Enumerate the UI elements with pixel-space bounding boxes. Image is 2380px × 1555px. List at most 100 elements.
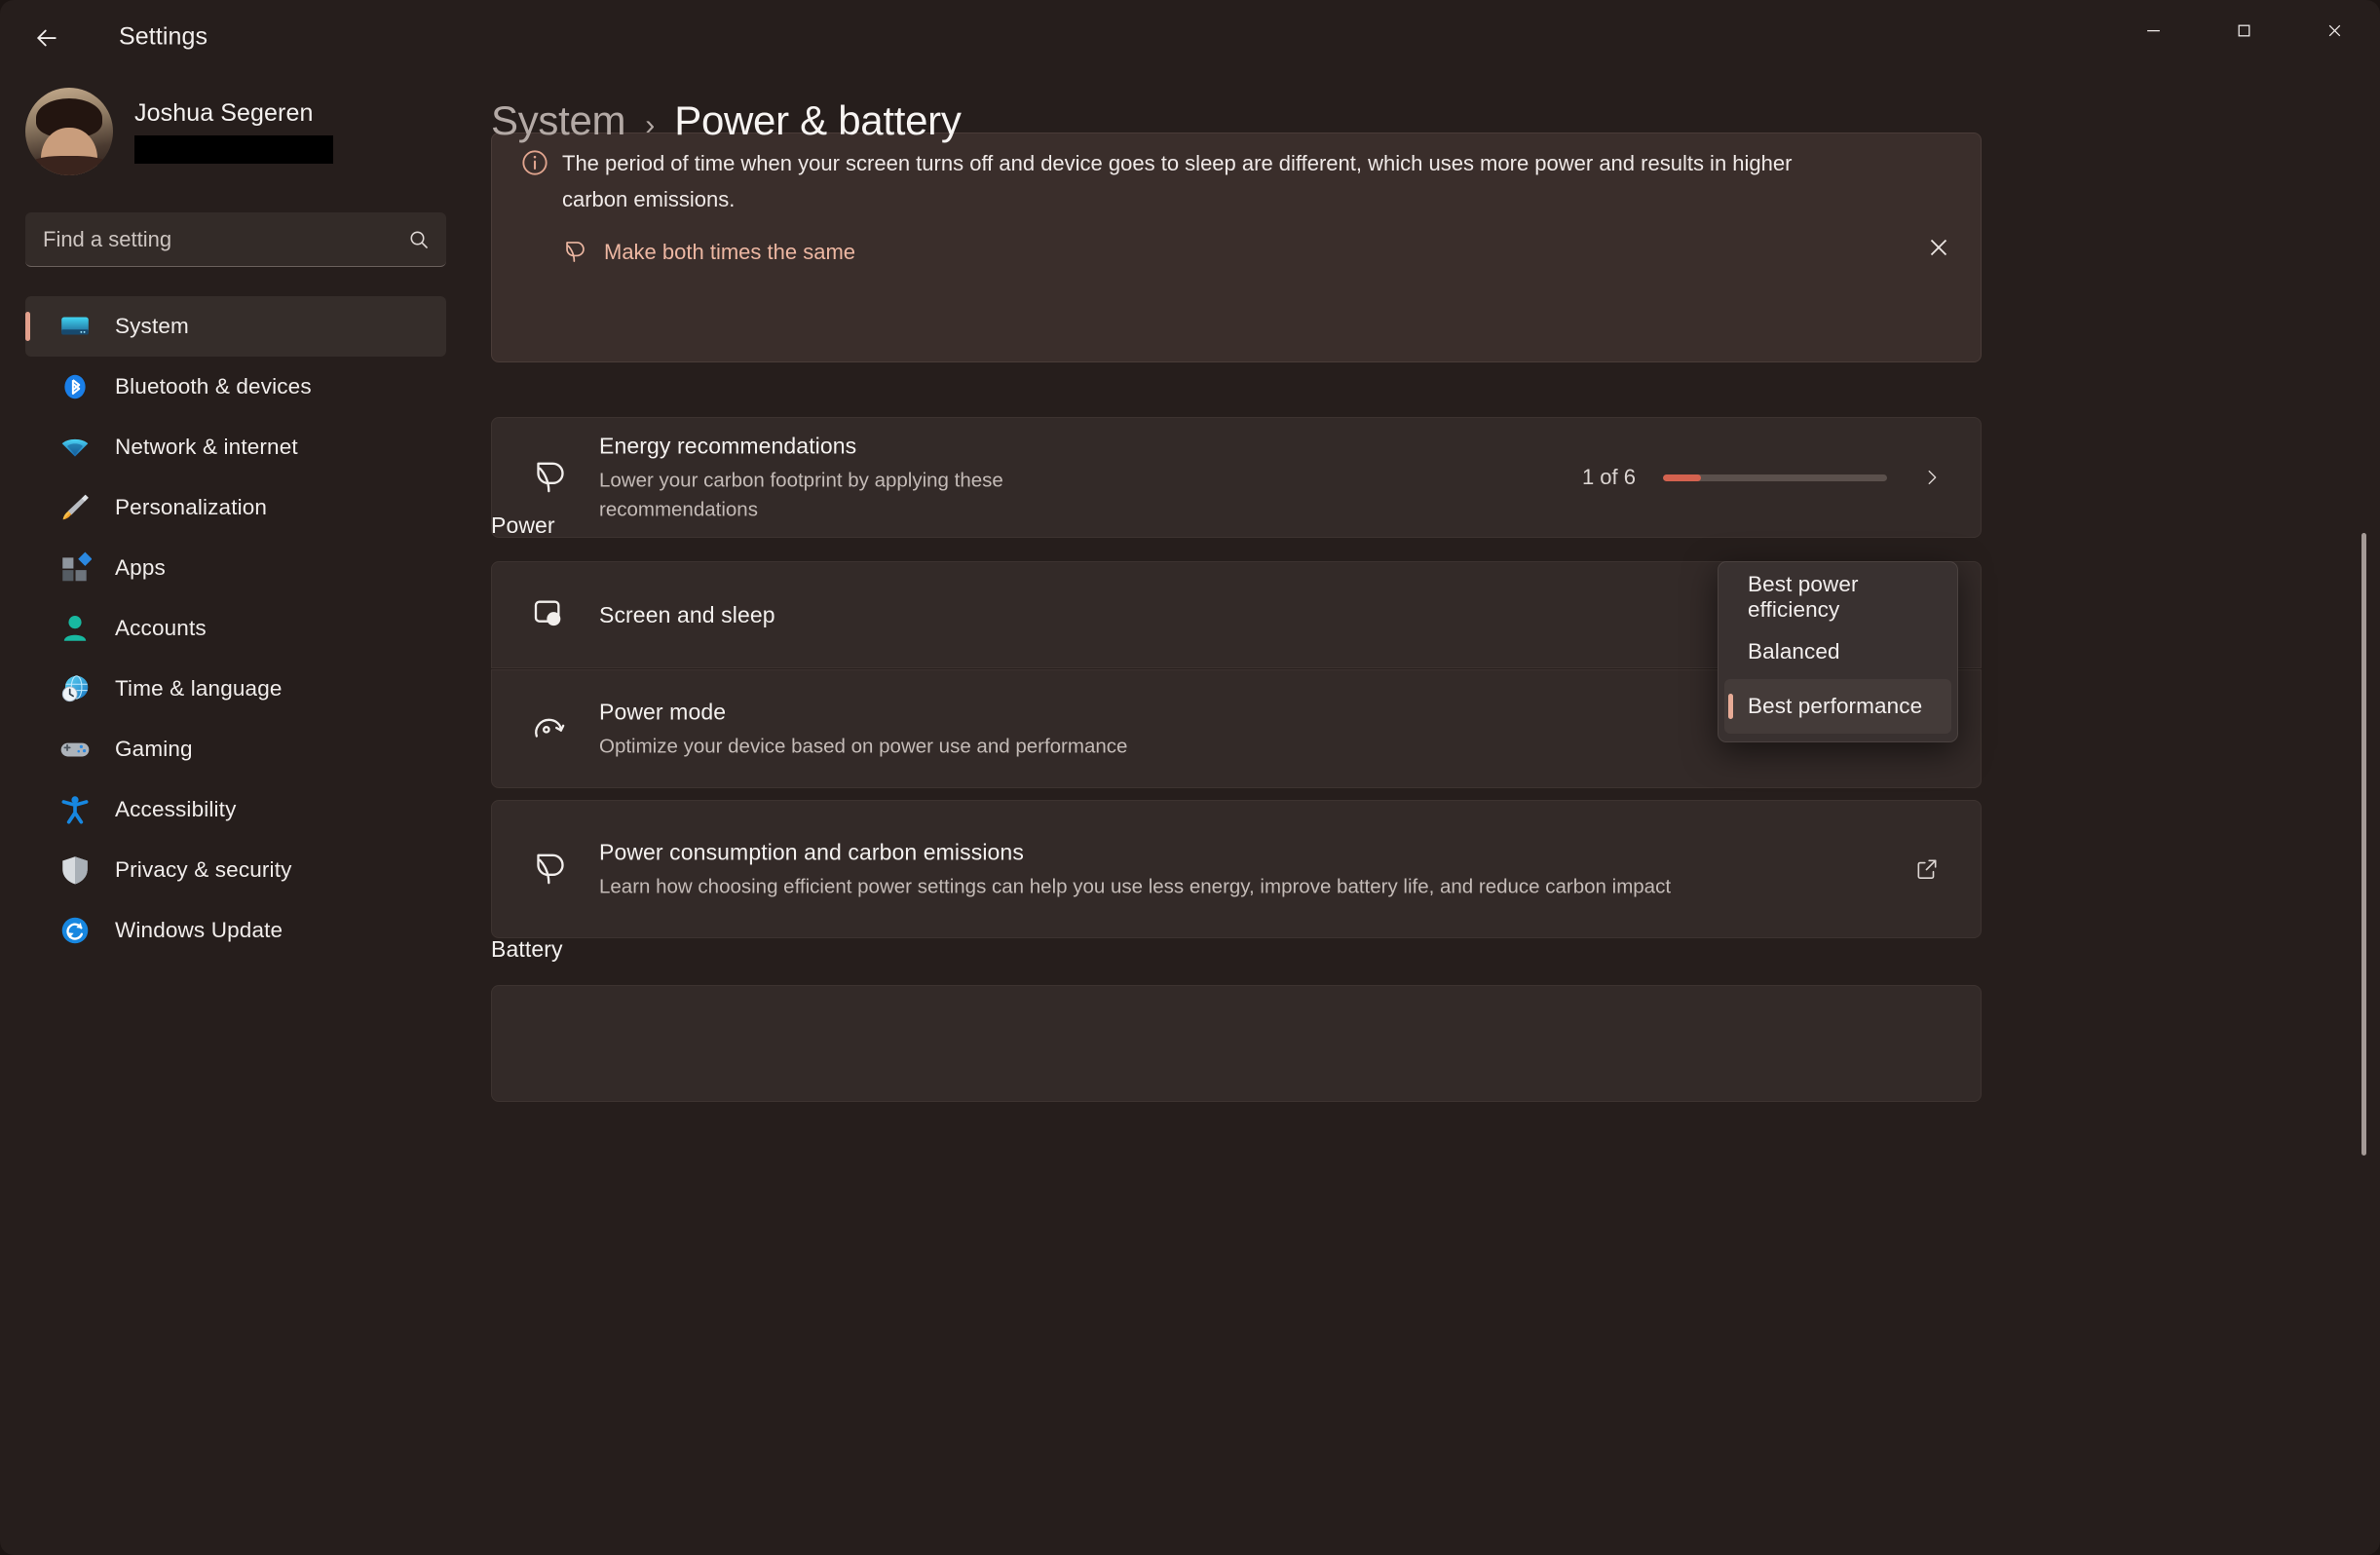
minimize-button[interactable] <box>2108 0 2199 60</box>
card-subtitle: Optimize your device based on power use … <box>599 735 1128 758</box>
power-mode-text: Power mode Optimize your device based on… <box>599 697 1573 762</box>
close-button[interactable] <box>2289 0 2380 60</box>
energy-progress-fill <box>1663 474 1702 481</box>
window-controls <box>2108 0 2380 60</box>
dropdown-option-best-performance[interactable]: Best performance <box>1724 679 1951 734</box>
info-icon <box>521 149 548 176</box>
dropdown-option-balanced[interactable]: Balanced <box>1724 625 1951 679</box>
sidebar-nav: System Bluetooth & devices Network & int… <box>25 296 446 961</box>
sidebar-item-apps[interactable]: Apps <box>25 538 446 598</box>
sidebar-item-label: Gaming <box>115 737 193 761</box>
sidebar-item-accessibility[interactable]: Accessibility <box>25 779 446 840</box>
back-button[interactable] <box>19 16 74 60</box>
energy-progress-count: 1 of 6 <box>1581 465 1636 489</box>
screen-sleep-icon <box>531 595 570 634</box>
leaf-icon <box>531 458 570 497</box>
sidebar-item-label: Network & internet <box>115 435 298 459</box>
sidebar-item-time-language[interactable]: Time & language <box>25 659 446 719</box>
sleep-mismatch-infobar: The period of time when your screen turn… <box>491 133 1982 362</box>
settings-scroll-area: The period of time when your screen turn… <box>470 74 2380 1555</box>
sidebar-item-label: Windows Update <box>115 918 283 942</box>
power-mode-dropdown[interactable]: Best power efficiency Balanced Best perf… <box>1718 561 1958 742</box>
profile-email-redacted <box>134 135 333 164</box>
power-consumption-carbon-row[interactable]: Power consumption and carbon emissions L… <box>491 800 1982 938</box>
card-title: Power consumption and carbon emissions <box>599 839 1024 865</box>
sidebar-item-label: Accessibility <box>115 797 237 821</box>
energy-recommendations-card[interactable]: Energy recommendations Lower your carbon… <box>491 417 1982 538</box>
apps-grid-icon <box>58 551 92 585</box>
maximize-button[interactable] <box>2199 0 2289 60</box>
minimize-icon <box>2147 29 2160 31</box>
sidebar-item-label: System <box>115 314 189 338</box>
scrollbar-thumb[interactable] <box>2361 533 2366 1156</box>
sidebar-item-network-internet[interactable]: Network & internet <box>25 417 446 477</box>
sidebar-item-windows-update[interactable]: Windows Update <box>25 900 446 961</box>
card-title: Power mode <box>599 699 727 725</box>
make-both-times-same-link[interactable]: Make both times the same <box>562 239 855 265</box>
chevron-right-icon[interactable] <box>1912 458 1951 497</box>
sidebar-item-personalization[interactable]: Personalization <box>25 477 446 538</box>
sidebar-item-label: Time & language <box>115 676 283 701</box>
card-subtitle: Lower your carbon footprint by applying … <box>599 469 1003 521</box>
sidebar: Joshua Segeren Find a setting System Blu… <box>0 74 470 1555</box>
close-icon <box>2328 24 2341 36</box>
energy-recommendations-text: Energy recommendations Lower your carbon… <box>599 431 1573 525</box>
infobar-close-button[interactable] <box>1914 223 1963 272</box>
search-box[interactable] <box>25 212 446 267</box>
gamepad-icon <box>58 733 92 766</box>
power-mode-icon <box>531 709 570 748</box>
screen-and-sleep-text: Screen and sleep <box>599 599 1573 630</box>
sidebar-item-label: Apps <box>115 555 166 580</box>
sidebar-item-accounts[interactable]: Accounts <box>25 598 446 659</box>
sidebar-item-label: Privacy & security <box>115 857 292 882</box>
shield-icon <box>58 853 92 887</box>
card-title: Screen and sleep <box>599 602 775 627</box>
energy-progress-group: 1 of 6 <box>1582 465 1887 490</box>
monitor-icon <box>58 310 92 343</box>
clock-globe-icon <box>58 672 92 705</box>
profile-block[interactable]: Joshua Segeren <box>25 88 333 175</box>
energy-progress-bar <box>1663 474 1887 481</box>
battery-card-partial[interactable] <box>491 985 1982 1102</box>
dropdown-option-label: Best performance <box>1748 694 1923 718</box>
leaf-icon <box>562 239 588 265</box>
update-refresh-icon <box>58 914 92 947</box>
maximize-icon <box>2238 24 2250 36</box>
profile-text: Joshua Segeren <box>134 99 333 164</box>
accessibility-person-icon <box>58 793 92 826</box>
avatar <box>25 88 113 175</box>
carbon-text: Power consumption and carbon emissions L… <box>599 837 1866 902</box>
card-title: Energy recommendations <box>599 433 857 459</box>
wifi-icon <box>58 431 92 464</box>
sidebar-item-gaming[interactable]: Gaming <box>25 719 446 779</box>
infobar-message: The period of time when your screen turn… <box>562 151 1793 211</box>
person-icon <box>58 612 92 645</box>
external-link-icon[interactable] <box>1910 853 1944 886</box>
settings-window: Settings Joshua Segeren Find a setting S… <box>0 0 2380 1555</box>
sidebar-item-bluetooth-devices[interactable]: Bluetooth & devices <box>25 357 446 417</box>
page-title: Power & battery <box>674 97 962 143</box>
card-subtitle: Learn how choosing efficient power setti… <box>599 875 1672 898</box>
search-input[interactable] <box>25 226 392 252</box>
bluetooth-icon <box>58 370 92 403</box>
app-title: Settings <box>119 22 208 51</box>
infobar-action-label: Make both times the same <box>604 239 856 264</box>
power-section-heading: Power <box>491 512 555 538</box>
dropdown-option-label: Balanced <box>1748 639 1840 664</box>
dropdown-option-label: Best power efficiency <box>1748 572 1859 622</box>
battery-section-heading: Battery <box>491 936 563 962</box>
sidebar-item-label: Personalization <box>115 495 268 519</box>
search-icon[interactable] <box>392 212 446 267</box>
avatar-torso <box>27 156 111 175</box>
breadcrumb: System › Power & battery <box>491 97 962 144</box>
sidebar-item-privacy-security[interactable]: Privacy & security <box>25 840 446 900</box>
profile-name: Joshua Segeren <box>134 99 314 127</box>
vertical-scrollbar[interactable] <box>2357 74 2372 1555</box>
dropdown-option-best-power-efficiency[interactable]: Best power efficiency <box>1724 570 1951 625</box>
sidebar-item-label: Bluetooth & devices <box>115 374 312 398</box>
sidebar-item-system[interactable]: System <box>25 296 446 357</box>
breadcrumb-parent-system[interactable]: System <box>491 97 626 144</box>
leaf-icon <box>531 850 570 889</box>
breadcrumb-separator-icon: › <box>645 109 656 141</box>
main-content: System › Power & battery The period of t… <box>470 74 2380 1555</box>
